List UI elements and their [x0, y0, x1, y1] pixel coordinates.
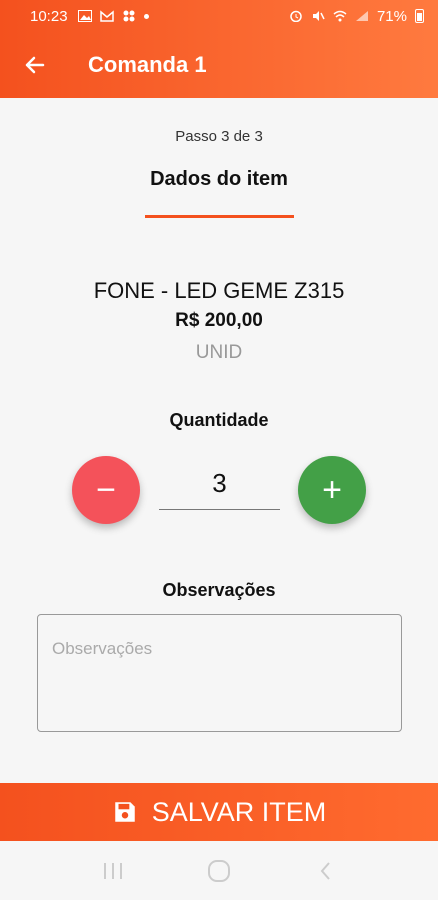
app-bar: 10:23 71% Comanda 1: [0, 0, 438, 98]
step-indicator: Passo 3 de 3: [175, 128, 263, 145]
increase-quantity-button[interactable]: +: [298, 456, 366, 524]
status-time: 10:23: [30, 7, 68, 25]
battery-icon: [415, 9, 424, 23]
system-icons: 71%: [289, 8, 424, 25]
status-bar: 10:23 71%: [0, 0, 438, 32]
save-item-label: SALVAR ITEM: [151, 796, 327, 827]
save-item-button[interactable]: SALVAR ITEM: [0, 783, 438, 841]
back-nav-button[interactable]: [308, 856, 342, 886]
arrow-left-icon: [25, 56, 45, 74]
section-underline: [145, 215, 294, 218]
quantity-label: Quantidade: [169, 410, 269, 430]
chevron-left-icon: [320, 861, 330, 880]
observations-label: Observações: [162, 580, 276, 600]
product-price: R$ 200,00: [175, 310, 263, 331]
back-button[interactable]: [0, 32, 70, 98]
wifi-icon: [333, 10, 347, 22]
minus-icon: −: [96, 470, 116, 509]
notification-icons: [77, 10, 149, 22]
recent-apps-icon: [104, 862, 122, 879]
signal-icon: [355, 11, 368, 21]
observations-input[interactable]: [52, 639, 387, 707]
alarm-icon: [290, 10, 302, 22]
observations-box: [37, 614, 402, 732]
photos-icon: [123, 10, 135, 22]
product-unit: UNID: [195, 342, 243, 363]
plus-icon: +: [322, 470, 342, 509]
toolbar: Comanda 1: [0, 32, 438, 98]
quantity-field[interactable]: 3: [159, 458, 280, 510]
image-icon: [77, 10, 92, 22]
decrease-quantity-button[interactable]: −: [72, 456, 140, 524]
home-button[interactable]: [202, 856, 236, 886]
battery-percent: 71%: [376, 7, 407, 25]
home-icon: [208, 859, 230, 882]
mute-icon: [312, 11, 325, 21]
section-title: Dados do item: [150, 168, 288, 190]
gmail-icon: [99, 10, 114, 22]
more-notifications-icon: [143, 13, 149, 19]
product-name: FONE - LED GEME Z315: [93, 278, 345, 303]
floppy-disk-icon: [114, 802, 135, 822]
page-title: Comanda 1: [88, 52, 207, 77]
recent-apps-button[interactable]: [96, 856, 130, 886]
system-nav-bar: [0, 841, 438, 900]
